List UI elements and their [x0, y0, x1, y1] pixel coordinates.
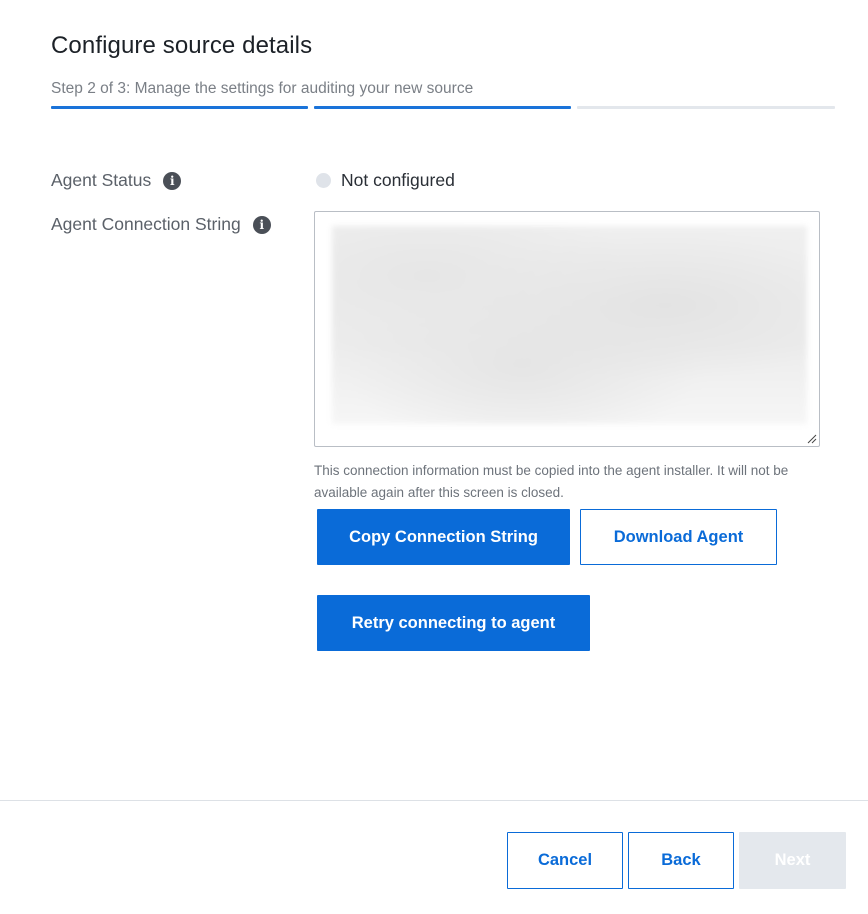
info-icon[interactable]: i: [163, 171, 182, 190]
resize-grip-icon[interactable]: [807, 434, 817, 444]
retry-connecting-button[interactable]: Retry connecting to agent: [317, 595, 590, 651]
connection-string-label: Agent Connection String i: [51, 214, 271, 235]
obscured-connection-string: [332, 226, 807, 424]
page-title: Configure source details: [51, 32, 313, 59]
connection-string-textarea[interactable]: [314, 211, 820, 447]
agent-status-value: Not configured: [341, 170, 455, 190]
agent-status-label: Agent Status i: [51, 170, 182, 191]
step-subtitle: Step 2 of 3: Manage the settings for aud…: [51, 80, 474, 97]
back-button[interactable]: Back: [628, 832, 734, 889]
status-indicator-icon: [316, 173, 331, 188]
cancel-button[interactable]: Cancel: [507, 832, 623, 889]
agent-status-label-text: Agent Status: [51, 170, 152, 190]
download-agent-button[interactable]: Download Agent: [580, 509, 777, 565]
footer-divider: [0, 800, 868, 801]
connection-string-label-text: Agent Connection String: [51, 214, 241, 234]
next-button[interactable]: Next: [739, 832, 846, 889]
step-progress-3: [577, 106, 835, 109]
step-progress-1: [51, 106, 308, 109]
connection-help-text: This connection information must be copi…: [314, 463, 789, 500]
copy-connection-string-button[interactable]: Copy Connection String: [317, 509, 570, 565]
info-icon[interactable]: i: [252, 215, 271, 234]
step-progress-2: [314, 106, 571, 109]
